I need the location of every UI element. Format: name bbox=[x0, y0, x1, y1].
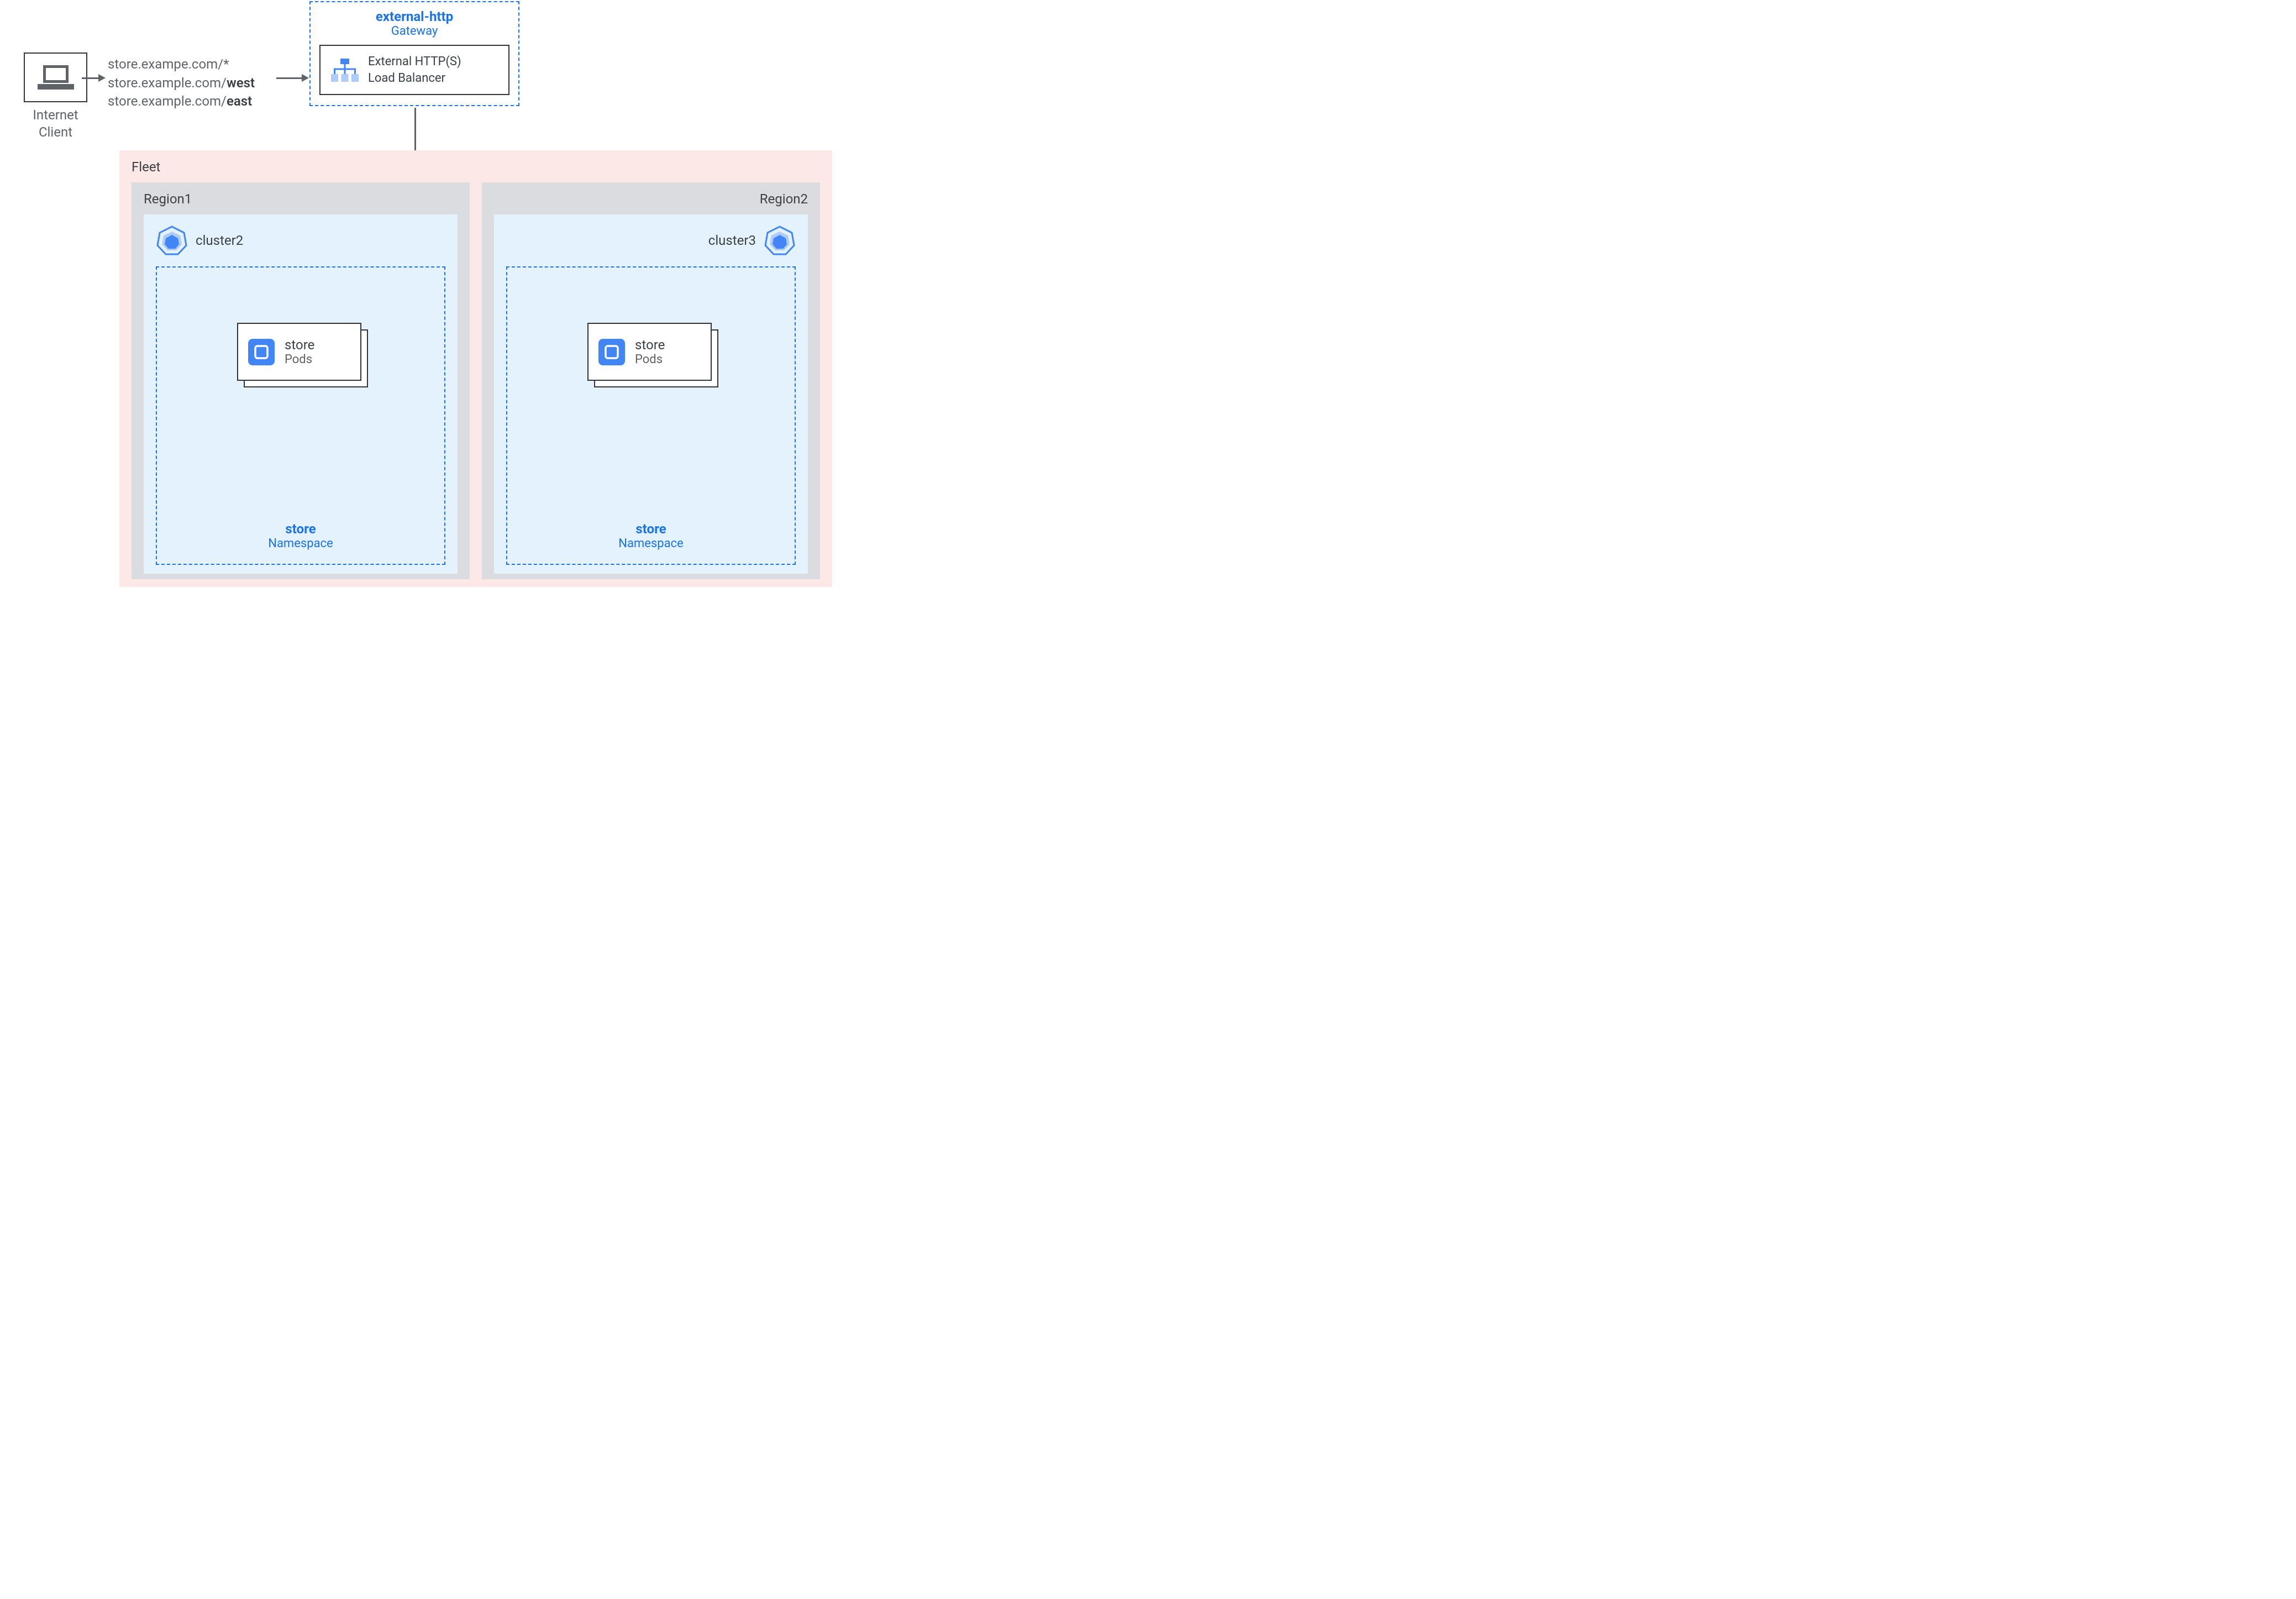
client-label-1: Internet bbox=[15, 107, 96, 124]
kubernetes-icon bbox=[764, 224, 796, 256]
url1-host: store.exampe.com bbox=[108, 56, 218, 72]
pods2-type: Pods bbox=[635, 353, 665, 366]
gateway-type: Gateway bbox=[319, 24, 509, 38]
laptop-svg bbox=[36, 64, 75, 91]
region-1: Region1 cluster2 bbox=[132, 182, 470, 579]
kubernetes-icon bbox=[156, 224, 188, 256]
gateway-name: external-http bbox=[319, 9, 509, 24]
lb-line2: Load Balancer bbox=[368, 70, 461, 87]
namespace-store-1: store Pods store Namespace bbox=[156, 266, 445, 565]
internet-client: Internet Client bbox=[15, 53, 96, 141]
pod-icon bbox=[247, 338, 276, 366]
pods1-type: Pods bbox=[285, 353, 314, 366]
gateway-box: external-http Gateway External HTTP(S) L… bbox=[309, 1, 519, 106]
ns2-name: store bbox=[507, 521, 795, 537]
cluster3-label: cluster3 bbox=[708, 233, 756, 248]
ns1-name: store bbox=[157, 521, 444, 537]
arrowhead-urls-gateway bbox=[302, 74, 309, 82]
cluster-3: cluster3 store Pods bbox=[494, 214, 808, 574]
pods-card-1: store Pods bbox=[237, 323, 361, 381]
fleet-container: Fleet Region1 cluster2 bbox=[119, 150, 832, 587]
lb-line1: External HTTP(S) bbox=[368, 54, 461, 70]
load-balancer-card: External HTTP(S) Load Balancer bbox=[319, 45, 509, 95]
load-balancer-icon bbox=[330, 57, 359, 83]
arrow-client-urls bbox=[82, 77, 99, 79]
region1-label: Region1 bbox=[144, 191, 458, 207]
url1-path: /* bbox=[218, 56, 229, 72]
arrowhead-client-urls bbox=[98, 74, 106, 82]
pods1-name: store bbox=[285, 337, 314, 353]
cluster-2: cluster2 store Pods bbox=[144, 214, 458, 574]
arrow-urls-gateway bbox=[276, 77, 303, 79]
ns1-type: Namespace bbox=[157, 537, 444, 551]
cluster2-label: cluster2 bbox=[196, 233, 243, 248]
fleet-label: Fleet bbox=[132, 159, 820, 175]
pods-stack-1: store Pods bbox=[237, 323, 364, 386]
ns2-type: Namespace bbox=[507, 537, 795, 551]
pod-icon bbox=[597, 338, 626, 366]
url2-path: west bbox=[227, 75, 255, 91]
pods2-name: store bbox=[635, 337, 665, 353]
pods-card-2: store Pods bbox=[587, 323, 712, 381]
laptop-icon bbox=[24, 53, 87, 102]
url3-path: east bbox=[227, 93, 252, 109]
namespace-store-2: store Pods store Namespace bbox=[506, 266, 796, 565]
region2-label: Region2 bbox=[494, 191, 808, 207]
client-label-2: Client bbox=[15, 124, 96, 141]
pods-stack-2: store Pods bbox=[587, 323, 714, 386]
region-2: Region2 cluster3 bbox=[482, 182, 820, 579]
url3-host: store.example.com/ bbox=[108, 93, 227, 109]
url2-host: store.example.com/ bbox=[108, 75, 227, 91]
url-paths: store.exampe.com/* store.example.com/wes… bbox=[108, 55, 255, 111]
